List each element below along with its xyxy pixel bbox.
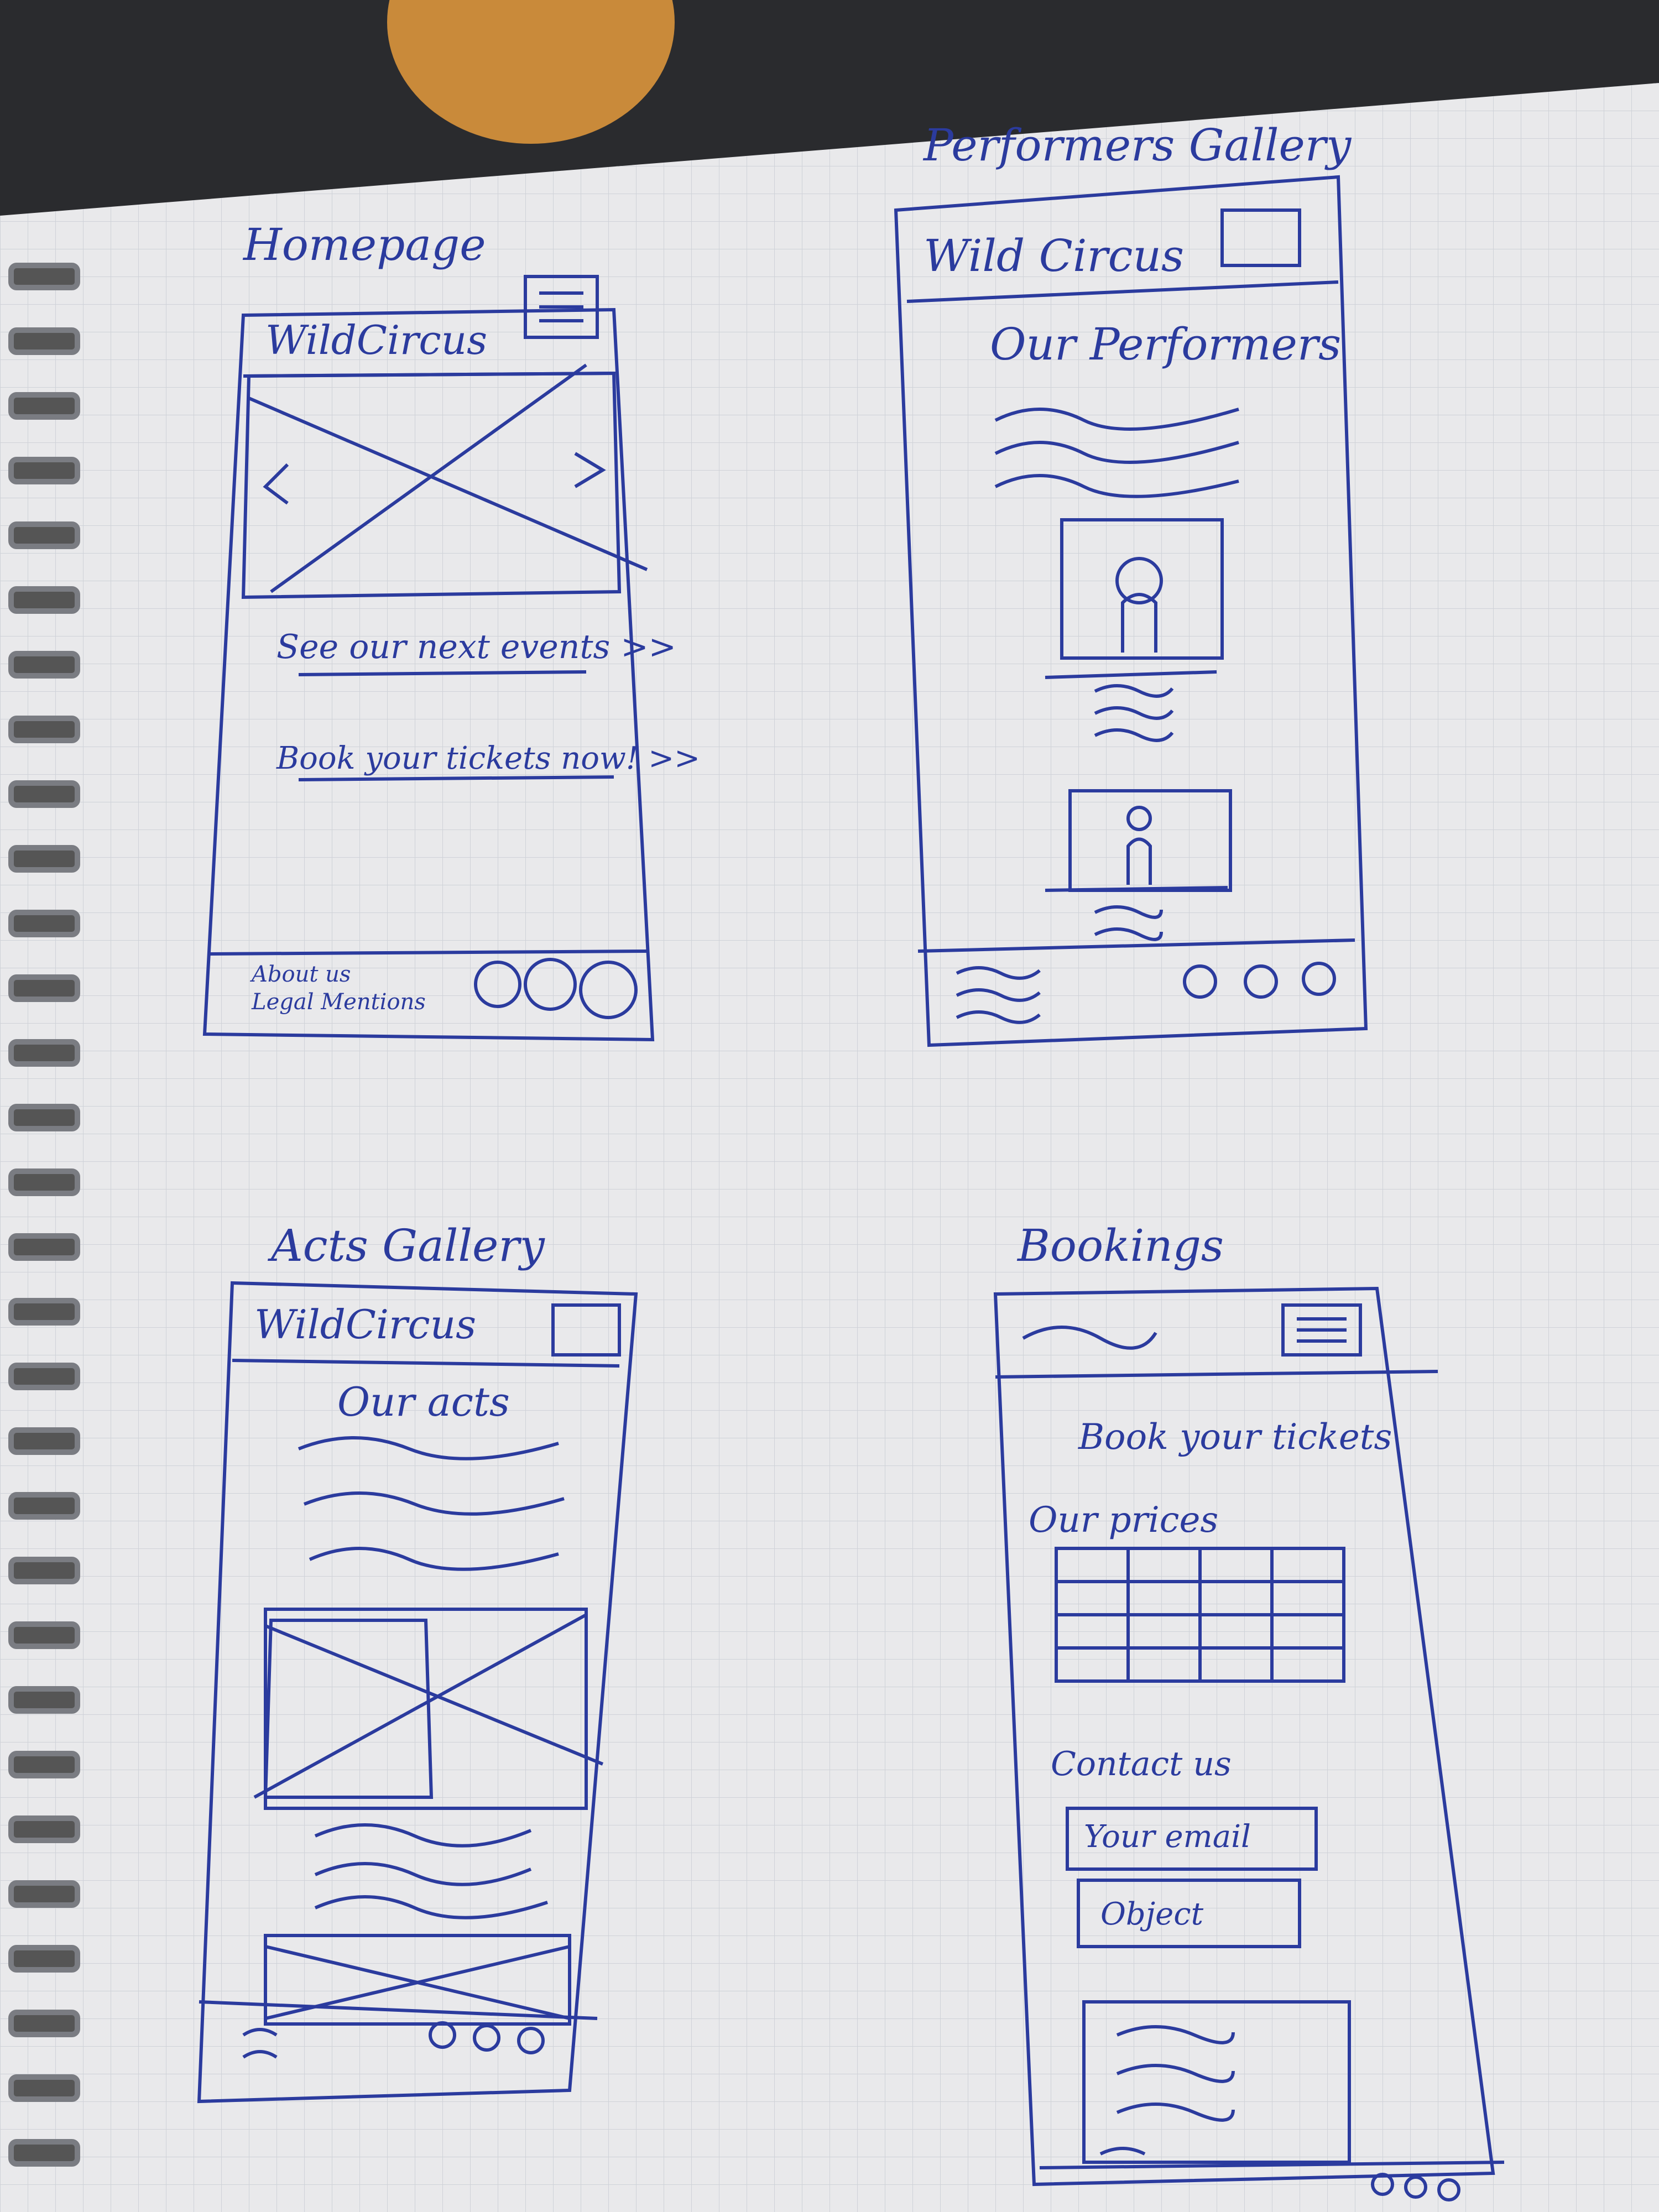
- spiral-ring: [8, 1039, 80, 1067]
- spiral-ring: [8, 1880, 80, 1908]
- wireframe-sketch-page: Homepage WildCircus See our next events …: [0, 0, 1659, 2212]
- acts-gallery-heading: Acts Gallery: [267, 1220, 546, 1271]
- page-title: Our acts: [337, 1379, 510, 1425]
- spiral-ring: [8, 651, 80, 679]
- spiral-ring: [8, 1298, 80, 1326]
- email-placeholder: Your email: [1084, 1819, 1251, 1855]
- object-placeholder: Object: [1100, 1896, 1204, 1932]
- page-title: Our Performers: [990, 319, 1341, 370]
- next-events-link[interactable]: See our next events >>: [276, 628, 676, 666]
- brand-logo: WildCircus: [254, 1301, 476, 1348]
- spiral-ring: [8, 586, 80, 614]
- brand-logo: Wild Circus: [924, 230, 1184, 281]
- spiral-ring: [8, 457, 80, 484]
- footer-about-link[interactable]: About us: [249, 962, 351, 987]
- homepage-heading: Homepage: [242, 219, 486, 270]
- spiral-ring: [8, 263, 80, 290]
- spiral-ring: [8, 910, 80, 937]
- prices-label: Our prices: [1029, 1500, 1218, 1541]
- brand-logo: WildCircus: [265, 317, 487, 363]
- footer-legal-link[interactable]: Legal Mentions: [251, 989, 426, 1015]
- spiral-ring: [8, 521, 80, 549]
- spiral-ring: [8, 1686, 80, 1714]
- spiral-ring: [8, 2074, 80, 2102]
- page-title: Book your tickets: [1078, 1417, 1392, 1458]
- spiral-ring: [8, 1815, 80, 1843]
- bookings-heading: Bookings: [1016, 1220, 1224, 1271]
- spiral-ring: [8, 392, 80, 420]
- spiral-ring: [8, 2139, 80, 2167]
- spiral-ring: [8, 1751, 80, 1778]
- spiral-ring: [8, 974, 80, 1002]
- spiral-ring: [8, 780, 80, 808]
- spiral-ring: [8, 1621, 80, 1649]
- spiral-ring: [8, 1168, 80, 1196]
- performers-gallery-heading: Performers Gallery: [922, 119, 1352, 171]
- spiral-ring: [8, 1104, 80, 1131]
- spiral-ring: [8, 327, 80, 355]
- spiral-ring: [8, 1363, 80, 1390]
- spiral-ring: [8, 1557, 80, 1584]
- spiral-ring: [8, 1492, 80, 1520]
- spiral-ring: [8, 1427, 80, 1455]
- spiral-ring: [8, 2010, 80, 2037]
- spiral-ring: [8, 716, 80, 743]
- contact-label: Contact us: [1051, 1745, 1232, 1783]
- spiral-ring: [8, 1945, 80, 1973]
- book-tickets-link[interactable]: Book your tickets now! >>: [276, 740, 700, 776]
- spiral-ring: [8, 845, 80, 873]
- spiral-ring: [8, 1233, 80, 1261]
